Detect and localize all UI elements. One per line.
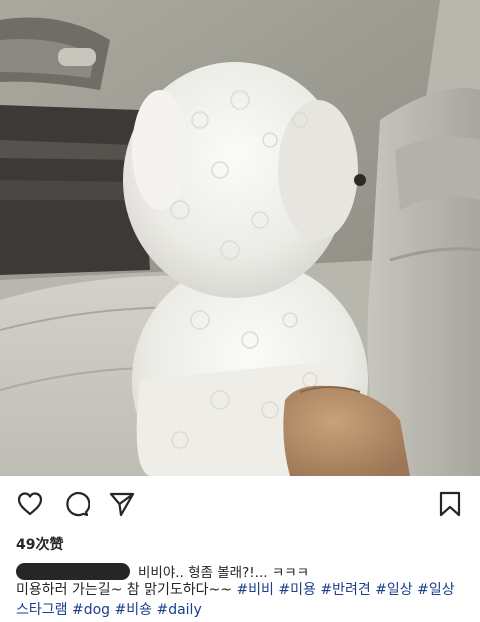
- hashtag-miyong[interactable]: #미용: [278, 582, 316, 598]
- caption-header: 비비야.. 형좀 볼래?!... ㅋㅋㅋ: [16, 562, 310, 581]
- send-icon[interactable]: [108, 490, 136, 518]
- like-count[interactable]: 49次赞: [16, 534, 63, 554]
- hashtag-dog[interactable]: #dog: [72, 602, 110, 618]
- hashtag-banryeogyeon[interactable]: #반려견: [320, 582, 370, 598]
- post-photo[interactable]: [0, 0, 480, 476]
- post-action-bar: [0, 476, 480, 530]
- heart-icon[interactable]: [16, 490, 44, 518]
- hashtag-bishon[interactable]: #비숑: [115, 602, 153, 618]
- hashtag-bibi[interactable]: #비비: [236, 582, 274, 598]
- caption-body: 미용하러 가는길~ 참 맑기도하다~~ #비비 #미용 #반려견 #일상 #일상…: [16, 580, 466, 620]
- photo-illustration: [0, 0, 480, 476]
- caption-text: 미용하러 가는길~ 참 맑기도하다~~: [16, 582, 232, 598]
- bookmark-icon[interactable]: [436, 490, 464, 518]
- username-redacted[interactable]: [16, 562, 130, 580]
- comment-text: 비비야.. 형좀 볼래?!... ㅋㅋㅋ: [138, 565, 310, 581]
- hashtag-daily[interactable]: #daily: [156, 602, 201, 618]
- hashtag-ilsang[interactable]: #일상: [375, 582, 413, 598]
- comment-icon[interactable]: [62, 490, 91, 518]
